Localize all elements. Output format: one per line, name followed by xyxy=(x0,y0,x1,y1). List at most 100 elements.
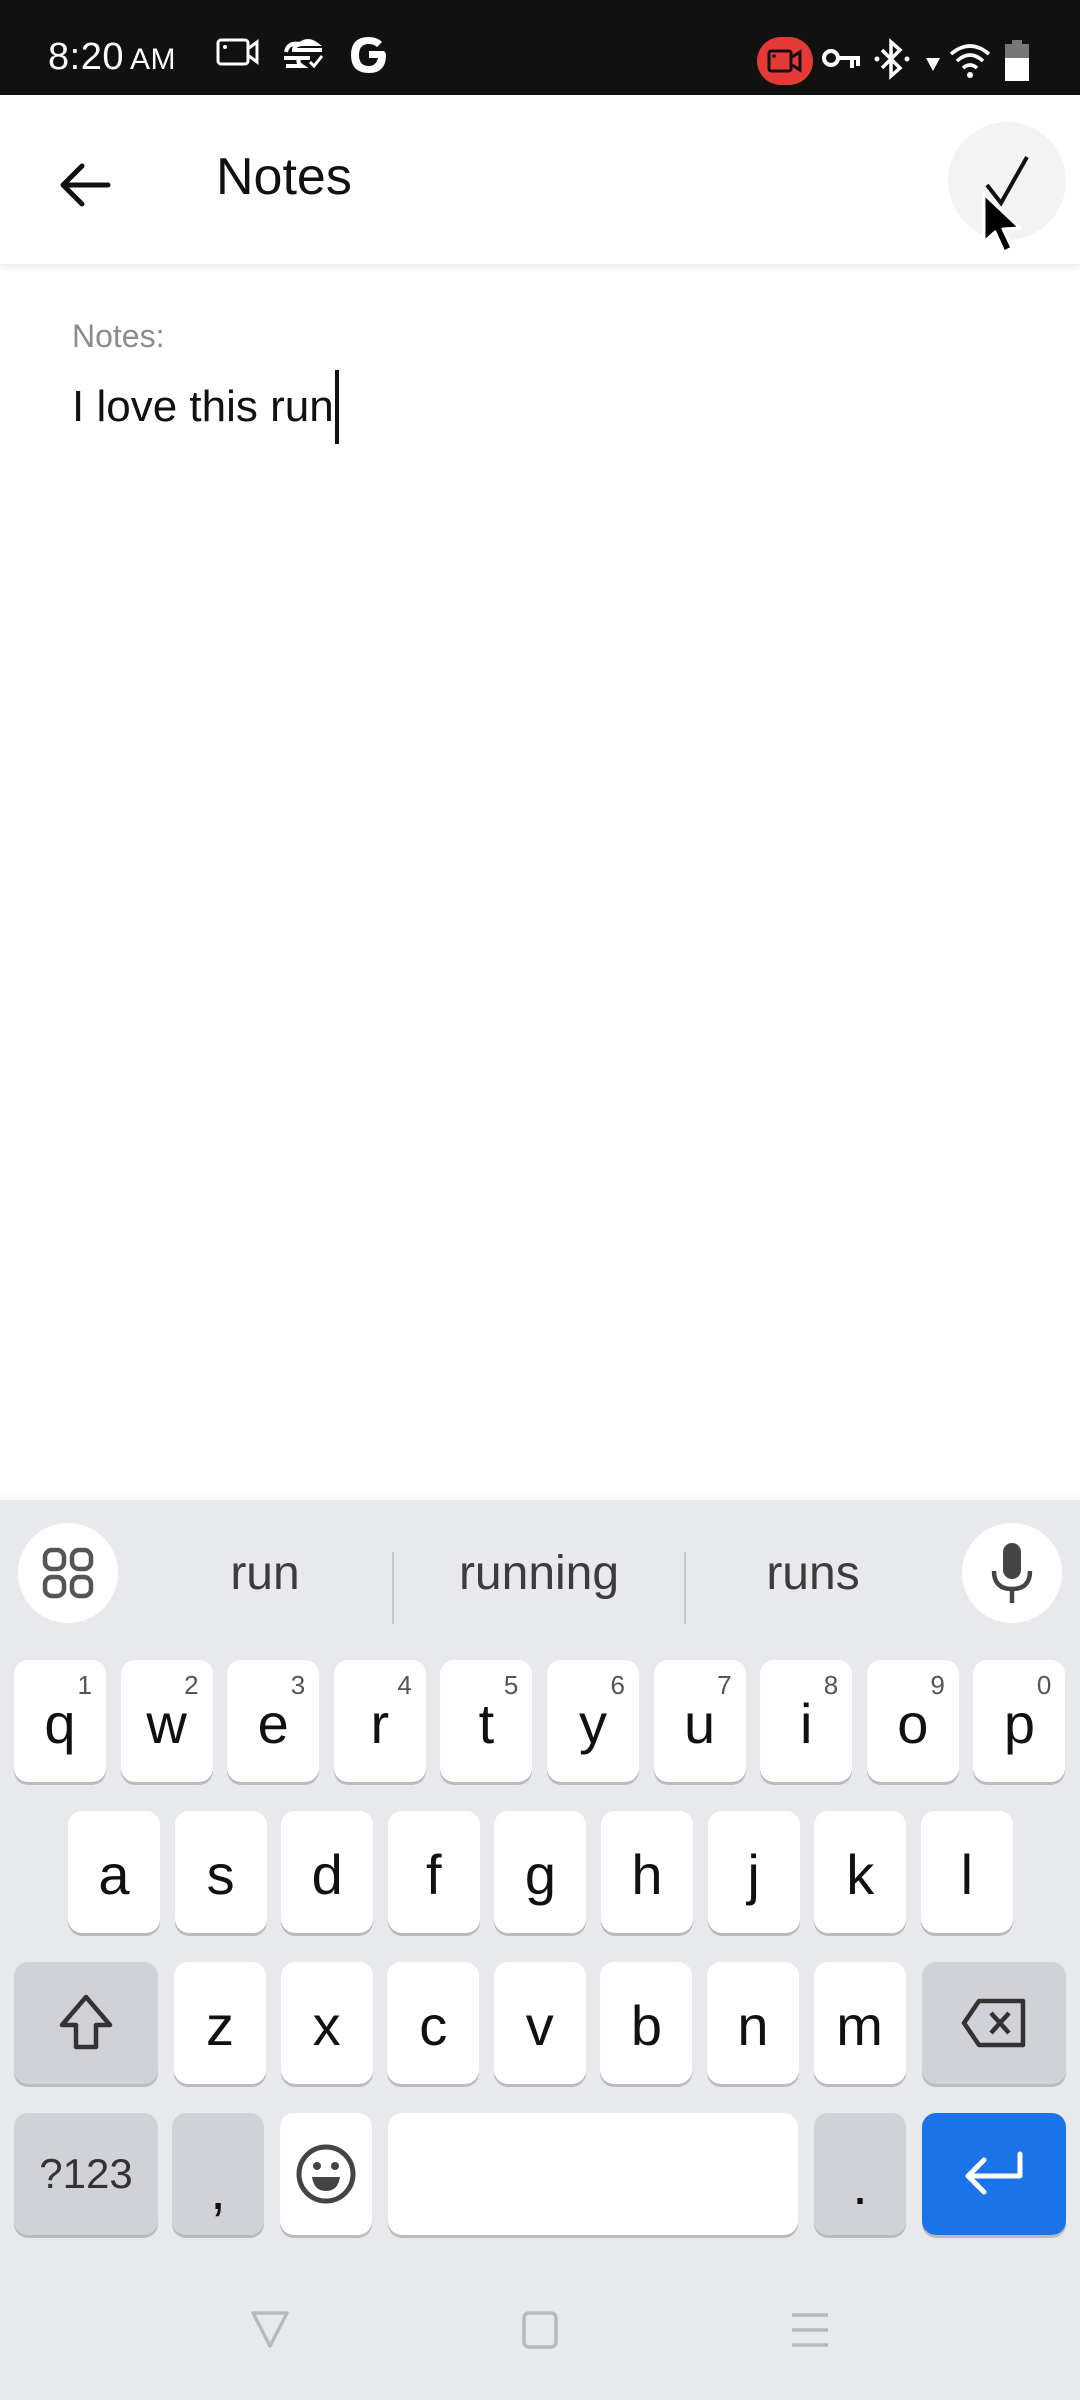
key-hint: 1 xyxy=(77,1670,92,1700)
key-hint: 3 xyxy=(290,1670,306,1700)
key-hint: 2 xyxy=(184,1670,199,1700)
back-triangle-icon xyxy=(251,2311,289,2348)
nav-back-button[interactable] xyxy=(210,2280,330,2380)
key-label: q xyxy=(44,1691,76,1755)
nav-home-button[interactable] xyxy=(480,2280,600,2380)
key-label: m xyxy=(836,1993,883,2057)
key-label: g xyxy=(524,1842,556,1906)
key-u[interactable]: 7u xyxy=(653,1660,746,1782)
key-b[interactable]: b xyxy=(600,1962,693,2084)
key-q[interactable]: 1q xyxy=(14,1660,106,1782)
key-k[interactable]: k xyxy=(814,1811,907,1933)
key-label: i xyxy=(799,1691,813,1755)
system-nav-bar xyxy=(0,2250,1080,2400)
key-label: y xyxy=(579,1691,607,1755)
key-label: s xyxy=(206,1842,235,1906)
arrow-left-icon xyxy=(60,163,111,207)
key-g[interactable]: g xyxy=(494,1811,587,1933)
microphone-icon xyxy=(991,1543,1033,1603)
key-label: j xyxy=(747,1842,760,1906)
key-f[interactable]: f xyxy=(387,1811,480,1933)
key-z[interactable]: z xyxy=(174,1962,266,2084)
key-label: v xyxy=(525,1993,554,2057)
cloud-sync-icon xyxy=(282,38,324,75)
key-p[interactable]: 0p xyxy=(973,1660,1066,1782)
symbols-key-label: ?123 xyxy=(39,2150,133,2197)
key-label: z xyxy=(206,1993,234,2057)
key-hint: 9 xyxy=(930,1670,945,1700)
suggestion-bar: run running runs xyxy=(0,1510,1080,1630)
grid-icon xyxy=(42,1547,94,1599)
emoji-key[interactable] xyxy=(280,2113,372,2235)
key-hint: 5 xyxy=(503,1670,519,1700)
key-i[interactable]: 8i xyxy=(760,1660,853,1782)
key-v[interactable]: v xyxy=(493,1962,586,2084)
key-label: l xyxy=(960,1842,974,1906)
symbols-key[interactable]: ?123 xyxy=(14,2113,158,2235)
enter-icon xyxy=(965,2151,1023,2195)
key-label: a xyxy=(98,1842,130,1906)
shift-icon xyxy=(59,1994,113,2050)
page-title: Notes xyxy=(216,148,352,206)
key-y[interactable]: 6y xyxy=(547,1660,639,1782)
key-s[interactable]: s xyxy=(174,1811,267,1933)
enter-key[interactable] xyxy=(922,2113,1066,2235)
period-key-label: . xyxy=(852,2152,868,2216)
notes-label: Notes: xyxy=(72,318,165,354)
key-m[interactable]: m xyxy=(813,1962,906,2084)
bluetooth-icon xyxy=(874,38,910,85)
key-hint: 6 xyxy=(610,1670,625,1700)
screen: 8:20 AM Notes Notes: I love this run run… xyxy=(0,0,1080,2400)
recording-badge-icon xyxy=(757,37,813,85)
back-button[interactable] xyxy=(40,140,130,230)
key-label: e xyxy=(257,1691,289,1755)
key-label: h xyxy=(631,1842,663,1906)
comma-key[interactable]: , xyxy=(172,2113,264,2235)
apps-grid-button[interactable] xyxy=(18,1523,118,1623)
ampm-text: AM xyxy=(129,43,176,76)
suggestion-2[interactable]: running xyxy=(394,1528,684,1618)
voice-input-button[interactable] xyxy=(962,1523,1062,1623)
key-n[interactable]: n xyxy=(707,1962,799,2084)
notes-input-value: I love this run xyxy=(72,382,334,431)
key-label: u xyxy=(684,1691,716,1755)
key-x[interactable]: x xyxy=(280,1962,373,2084)
key-label: d xyxy=(311,1842,343,1906)
key-r[interactable]: 4r xyxy=(333,1660,426,1782)
key-label: c xyxy=(419,1993,448,2057)
key-w[interactable]: 2w xyxy=(120,1660,213,1782)
key-label: o xyxy=(897,1691,929,1755)
shift-key[interactable] xyxy=(14,1962,158,2084)
suggestion-3[interactable]: runs xyxy=(686,1528,940,1618)
key-d[interactable]: d xyxy=(281,1811,374,1933)
key-a[interactable]: a xyxy=(68,1811,160,1933)
emoji-icon xyxy=(296,2144,356,2204)
home-square-icon xyxy=(522,2311,558,2349)
key-e[interactable]: 3e xyxy=(227,1660,320,1782)
backspace-key[interactable] xyxy=(922,1962,1066,2084)
key-c[interactable]: c xyxy=(387,1962,480,2084)
notes-input[interactable]: I love this run xyxy=(72,370,1012,444)
key-label: p xyxy=(1003,1691,1035,1755)
key-l[interactable]: l xyxy=(920,1811,1013,1933)
key-t[interactable]: 5t xyxy=(440,1660,533,1782)
backspace-icon xyxy=(961,1998,1026,2048)
key-label: x xyxy=(312,1993,341,2057)
nav-recents-button[interactable] xyxy=(750,2280,870,2380)
google-icon xyxy=(348,34,390,81)
space-key[interactable] xyxy=(388,2113,798,2235)
key-hint: 7 xyxy=(717,1670,732,1700)
key-j[interactable]: j xyxy=(707,1811,800,1933)
key-hint: 0 xyxy=(1036,1670,1052,1700)
status-time: 8:20 AM xyxy=(48,36,176,79)
vpn-key-icon xyxy=(822,46,862,77)
key-hint: 8 xyxy=(823,1670,839,1700)
key-label: t xyxy=(478,1691,495,1755)
screen-record-icon xyxy=(216,38,260,71)
suggestion-1[interactable]: run xyxy=(140,1528,390,1618)
period-key[interactable]: . xyxy=(814,2113,906,2235)
time-text: 8:20 xyxy=(48,36,124,78)
key-h[interactable]: h xyxy=(601,1811,693,1933)
key-o[interactable]: 9o xyxy=(866,1660,959,1782)
text-caret xyxy=(334,370,339,444)
